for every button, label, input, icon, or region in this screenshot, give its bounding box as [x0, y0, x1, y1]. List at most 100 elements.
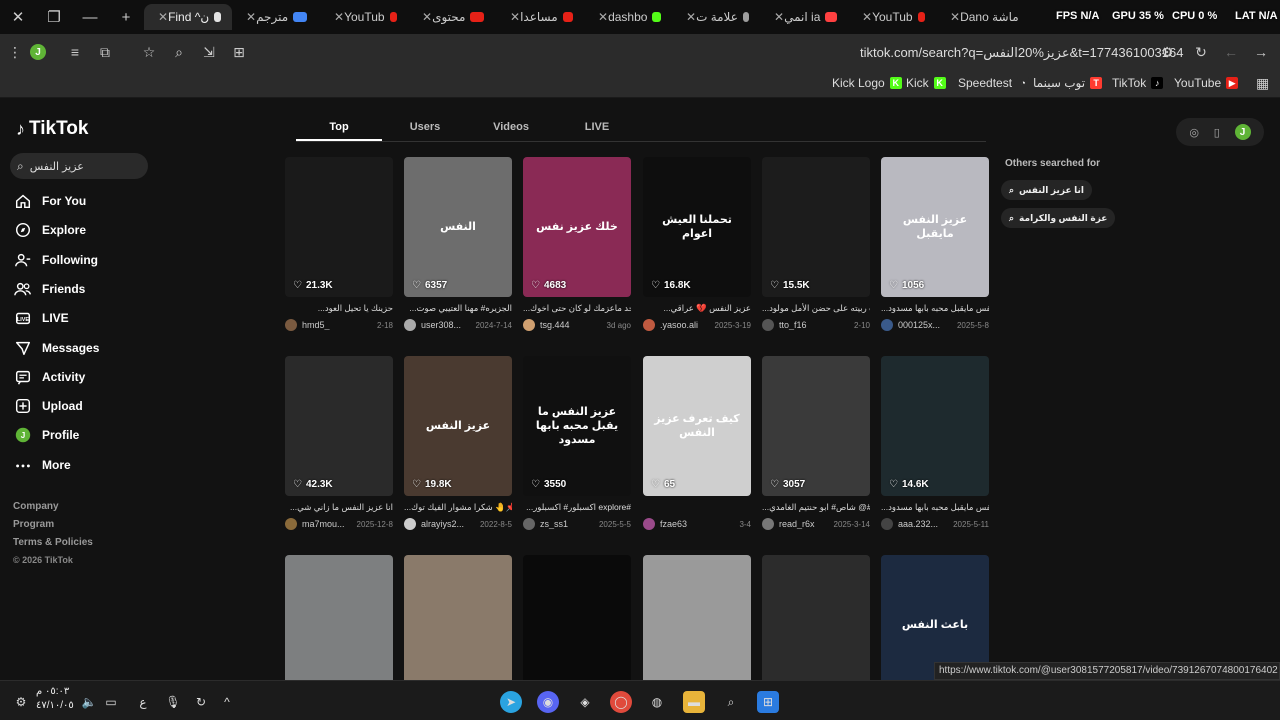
- video-card[interactable]: عزيز النفس مايقبل ♡1056 ...يز النفس مايقبل…: [881, 157, 989, 331]
- menu-dots-icon[interactable]: ⋮: [0, 44, 30, 61]
- video-card[interactable]: [285, 555, 393, 695]
- video-author-row[interactable]: read_r6x 2025-3-14: [762, 518, 870, 530]
- video-author-row[interactable]: ma7mou... 2025-12-8: [285, 518, 393, 530]
- video-caption[interactable]: ...واحد ماعزمك لو كان حتى اخوك: [523, 303, 631, 315]
- forward-icon[interactable]: ←: [1216, 44, 1246, 60]
- sidebar-item-explore[interactable]: Explore: [14, 219, 134, 241]
- close-window-icon[interactable]: ✕: [0, 0, 36, 34]
- video-card[interactable]: ♡3057 ...شاص# ابو حنتيم الغامدي @# read_r6…: [762, 356, 870, 530]
- back-icon[interactable]: →: [1246, 44, 1276, 60]
- apps-grid-icon[interactable]: ▦: [1256, 75, 1269, 92]
- video-thumbnail[interactable]: [643, 555, 751, 695]
- sidebar-item-friends[interactable]: Friends: [14, 278, 134, 300]
- microphone-icon[interactable]: 🎙: [162, 691, 184, 713]
- video-thumbnail[interactable]: كيف تعرف عزيز النفس ♡ 65: [643, 356, 751, 496]
- video-thumbnail[interactable]: عزيز النفس ♡ 19.8K: [404, 356, 512, 496]
- bookmark-item[interactable]: Speedtest ◔: [958, 76, 1030, 90]
- system-clock[interactable]: ٠٥:٠٣ م ٤٧/١٠/٠٥: [36, 685, 74, 713]
- tab-videos[interactable]: Videos: [468, 113, 554, 141]
- sync-icon[interactable]: ↻: [190, 691, 212, 713]
- sidebar-item-profile[interactable]: J Profile: [14, 424, 134, 446]
- video-thumbnail[interactable]: ♡ 3057: [762, 356, 870, 496]
- video-caption[interactable]: [643, 502, 751, 514]
- video-caption[interactable]: ...يز النفس مايقبل محبه بابها مسدود: [881, 303, 989, 315]
- browser-tab[interactable]: ✕ YouTub: [320, 4, 408, 30]
- video-caption[interactable]: ...شاص# ابو حنتيم الغامدي @#: [762, 502, 870, 514]
- video-card[interactable]: ♡14.6K ...يز النفس مايقبل محبه بابها مسدو…: [881, 356, 989, 530]
- tab-close-icon[interactable]: ✕: [246, 10, 256, 24]
- video-thumbnail[interactable]: ♡ 42.3K: [285, 356, 393, 496]
- video-caption[interactable]: ...انا عزيز النفس ما زاني شي: [285, 502, 393, 514]
- file-explorer-icon[interactable]: ▬: [683, 691, 705, 713]
- browser-tab[interactable]: ✕ Find ^ن: [144, 4, 232, 30]
- video-card[interactable]: النفس ♡ 6357 ...الجزيره# مهنا العتيبي صوت us…: [404, 157, 512, 331]
- tab-close-icon[interactable]: ✕: [774, 10, 784, 24]
- browser-tab[interactable]: ✕ YouTub: [848, 4, 936, 30]
- windows-start-icon[interactable]: ⊞: [757, 691, 779, 713]
- bookmark-item[interactable]: توب سينما T: [1033, 76, 1103, 90]
- video-author-row[interactable]: tsg.444 3d ago: [523, 319, 631, 331]
- video-caption[interactable]: ...حزينك يا تحيل العود: [285, 303, 393, 315]
- tab-close-icon[interactable]: ✕: [950, 10, 960, 24]
- video-card[interactable]: ♡ 15.5K ...ب ربيته على حضن الأمل مولود tto_…: [762, 157, 870, 331]
- video-thumbnail[interactable]: ♡ 15.5K: [762, 157, 870, 297]
- tab-close-icon[interactable]: ✕: [158, 10, 168, 24]
- bookmark-item[interactable]: TikTok ♪: [1112, 76, 1164, 90]
- tab-close-icon[interactable]: ✕: [510, 10, 520, 24]
- bookmark-item[interactable]: Kick K: [906, 76, 946, 90]
- site-settings-icon[interactable]: ⚙: [1152, 44, 1182, 61]
- obs-icon[interactable]: ◍: [646, 691, 668, 713]
- bookmark-item[interactable]: YouTube ▶: [1174, 76, 1239, 90]
- sidebar-item-activity[interactable]: Activity: [14, 366, 134, 388]
- tab-close-icon[interactable]: ✕: [686, 10, 696, 24]
- footer-link[interactable]: Company: [13, 501, 59, 512]
- sidebar-item-upload[interactable]: Upload: [14, 395, 134, 417]
- new-tab-button[interactable]: +: [108, 0, 144, 34]
- video-caption[interactable]: ...يز النفس مايقبل محبه بابها مسدود: [881, 502, 989, 514]
- video-caption[interactable]: ...اكسبلور# اكسبلور explore#: [523, 502, 631, 514]
- browser-tab[interactable]: ✕ dashbo: [584, 4, 672, 30]
- bookmark-item[interactable]: Kick Logo K: [832, 76, 902, 90]
- video-caption[interactable]: ...شكرا مشوار الفيك توك 🤚📌: [404, 502, 512, 514]
- compass-icon[interactable]: ◎: [1189, 126, 1199, 139]
- tab-close-icon[interactable]: ✕: [334, 10, 344, 24]
- sidebar-item-messages[interactable]: Messages: [14, 337, 134, 359]
- video-author-row[interactable]: 000125x... 2025-5-8: [881, 319, 989, 331]
- video-card[interactable]: ♡ 21.3K ...حزينك يا تحيل العود hmd5_ 2-18: [285, 157, 393, 331]
- video-card[interactable]: عزيز النفس ♡ 19.8K ...شكرا مشوار الفيك توك …: [404, 356, 512, 530]
- display-icon[interactable]: ▭: [100, 691, 122, 713]
- chrome-icon[interactable]: ◯: [610, 691, 632, 713]
- settings-gear-icon[interactable]: ⚙: [10, 691, 32, 713]
- video-thumbnail[interactable]: ♡ 21.3K: [285, 157, 393, 297]
- video-author-row[interactable]: zs_ss1 2025-5-5: [523, 518, 631, 530]
- zoom-icon[interactable]: ⌕: [164, 44, 194, 61]
- translate-icon[interactable]: ⊞: [224, 44, 254, 61]
- video-author-row[interactable]: aaa.232... 2025-5-11: [881, 518, 989, 530]
- footer-link[interactable]: Terms & Policies: [13, 537, 93, 548]
- bookmark-star-icon[interactable]: ☆: [134, 44, 164, 61]
- discord-icon[interactable]: ◉: [537, 691, 559, 713]
- sidebar-item-following[interactable]: Following: [14, 249, 134, 271]
- language-indicator[interactable]: ع: [132, 691, 154, 713]
- telegram-icon[interactable]: ➤: [500, 691, 522, 713]
- video-caption[interactable]: ...عزيز النفس 💔 عراقي: [643, 303, 751, 315]
- browser-tab[interactable]: ✕ مساعدا: [496, 4, 584, 30]
- browser-tab[interactable]: ✕ انمي ia: [760, 4, 848, 30]
- tab-search-icon[interactable]: ≡: [60, 44, 90, 60]
- video-author-row[interactable]: fzae63 3-4: [643, 518, 751, 530]
- video-author-row[interactable]: hmd5_ 2-18: [285, 319, 393, 331]
- video-caption[interactable]: ...الجزيره# مهنا العتيبي صوت: [404, 303, 512, 315]
- video-author-row[interactable]: tto_f16 2-10: [762, 319, 870, 331]
- suggestion-chip[interactable]: ⌕ عزة النفس والكرامة: [1001, 208, 1116, 228]
- video-author-row[interactable]: .yasoo.ali 2025-3-19: [643, 319, 751, 331]
- video-caption[interactable]: ...ب ربيته على حضن الأمل مولود: [762, 303, 870, 315]
- sidebar-item-for-you[interactable]: For You: [14, 190, 134, 212]
- video-author-row[interactable]: user308... 2024-7-14: [404, 319, 512, 331]
- browser-tab[interactable]: ✕ Dano ماشة: [936, 4, 1024, 30]
- video-card[interactable]: تحملنا العيش اعوام ♡ 16.8K ...عزيز النفس 💔 …: [643, 157, 751, 331]
- video-thumbnail[interactable]: تحملنا العيش اعوام ♡ 16.8K: [643, 157, 751, 297]
- video-thumbnail[interactable]: [523, 555, 631, 695]
- video-author-row[interactable]: alrayiys2... 2022-8-5: [404, 518, 512, 530]
- video-card[interactable]: كيف تعرف عزيز النفس ♡ 65 fzae63 3-4: [643, 356, 751, 530]
- video-card[interactable]: [643, 555, 751, 695]
